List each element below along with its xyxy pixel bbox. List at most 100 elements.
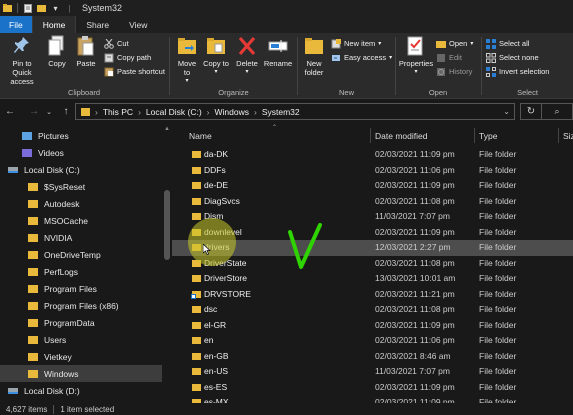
- file-row[interactable]: DRVSTORE 02/03/2021 11:21 pm File folder: [172, 287, 573, 303]
- file-row[interactable]: en 02/03/2021 11:06 pm File folder: [172, 333, 573, 349]
- file-name: DDFs: [204, 164, 226, 175]
- nav-item[interactable]: ProgramData: [0, 314, 162, 331]
- breadcrumb-system32[interactable]: System32: [262, 107, 300, 117]
- nav-scroll-thumb[interactable]: [164, 190, 170, 260]
- mouse-pointer-icon: [203, 244, 211, 255]
- up-arrow-icon[interactable]: ↑: [59, 105, 73, 119]
- nav-item-label: PerfLogs: [44, 266, 79, 277]
- copy-button[interactable]: Copy: [44, 35, 70, 68]
- file-name: DiagSvcs: [204, 195, 240, 206]
- rename-button[interactable]: Rename: [263, 35, 293, 68]
- paste-shortcut-button[interactable]: Paste shortcut: [104, 65, 165, 78]
- column-header-name[interactable]: Name: [189, 128, 212, 143]
- tab-file[interactable]: File: [0, 16, 32, 33]
- nav-item[interactable]: $SysReset: [0, 178, 162, 195]
- copy-path-button[interactable]: Copy path: [104, 51, 151, 64]
- window-title: System32: [82, 3, 123, 13]
- new-folder-icon[interactable]: [37, 4, 46, 13]
- column-divider[interactable]: [558, 128, 559, 143]
- back-arrow-icon[interactable]: ←: [3, 105, 17, 119]
- history-button[interactable]: History: [436, 65, 472, 78]
- file-row[interactable]: DriverStore 13/03/2021 10:01 am File folde…: [172, 271, 573, 287]
- nav-item-label: MSOCache: [44, 215, 88, 226]
- nav-item[interactable]: Videos: [0, 144, 162, 161]
- nav-item[interactable]: Program Files: [0, 280, 162, 297]
- forward-arrow-icon[interactable]: →: [27, 105, 41, 119]
- nav-item-label: $SysReset: [44, 181, 86, 192]
- select-all-icon: [486, 38, 496, 49]
- tab-home[interactable]: Home: [31, 16, 77, 33]
- address-bar[interactable]: › This PC › Local Disk (C:) › Windows › …: [75, 103, 515, 120]
- column-header-size[interactable]: Siz: [563, 128, 573, 143]
- open-button[interactable]: Open ▾: [436, 37, 473, 50]
- folder-icon: [28, 369, 38, 378]
- file-row[interactable]: de-DE 02/03/2021 11:09 pm File folder: [172, 178, 573, 194]
- folder-icon[interactable]: [3, 4, 12, 13]
- file-row[interactable]: DiagSvcs 02/03/2021 11:08 pm File folder: [172, 194, 573, 210]
- file-row[interactable]: DriverState 02/03/2021 11:08 pm File folde…: [172, 256, 573, 272]
- copy-to-button[interactable]: Copy to ▾: [203, 35, 229, 77]
- file-row[interactable]: en-US 11/03/2021 7:07 pm File folder: [172, 364, 573, 380]
- move-to-button[interactable]: Move to ▾: [174, 35, 200, 86]
- nav-item[interactable]: Local Disk (C:): [0, 161, 162, 178]
- paste-icon: [76, 35, 96, 57]
- breadcrumb-windows[interactable]: Windows: [215, 107, 249, 117]
- chevron-down-icon[interactable]: ⌄: [503, 107, 510, 116]
- column-header-date-modified[interactable]: Date modified: [375, 128, 427, 143]
- folder-icon: [28, 301, 38, 310]
- file-row[interactable]: Dism 11/03/2021 7:07 pm File folder: [172, 209, 573, 225]
- column-divider[interactable]: [474, 128, 475, 143]
- nav-item[interactable]: PerfLogs: [0, 263, 162, 280]
- delete-button[interactable]: Delete ▾: [234, 35, 260, 77]
- paste-button[interactable]: Paste: [72, 35, 100, 68]
- nav-item[interactable]: OneDriveTemp: [0, 246, 162, 263]
- file-row[interactable]: es-ES 02/03/2021 11:09 pm File folder: [172, 380, 573, 396]
- drive-icon: [8, 166, 18, 173]
- invert-selection-button[interactable]: Invert selection: [486, 65, 549, 78]
- select-all-button[interactable]: Select all: [486, 37, 529, 50]
- nav-item[interactable]: Autodesk: [0, 195, 162, 212]
- search-box[interactable]: ⌕: [542, 103, 573, 120]
- file-row[interactable]: el-GR 02/03/2021 11:09 pm File folder: [172, 318, 573, 334]
- cut-button[interactable]: Cut: [104, 37, 129, 50]
- file-row[interactable]: es-MX 02/03/2021 11:09 pm File folder: [172, 395, 573, 403]
- new-group: New folder New item ▾ Easy access ▾ New: [298, 33, 395, 99]
- file-name: dsc: [204, 304, 218, 314]
- organize-group: Move to ▾ Copy to ▾ Delete ▾ Rename Orga…: [170, 33, 297, 99]
- new-item-button[interactable]: New item ▾: [331, 37, 381, 50]
- scroll-up-icon[interactable]: ▲: [164, 126, 170, 132]
- nav-item[interactable]: Pictures: [0, 127, 162, 144]
- pin-to-quick-access-button[interactable]: Pin to Quick access: [2, 35, 42, 86]
- nav-item[interactable]: Users: [0, 331, 162, 348]
- folder-icon: [28, 267, 38, 276]
- chevron-down-icon[interactable]: ⌄: [42, 105, 56, 119]
- status-divider: [53, 404, 55, 414]
- breadcrumb-local-disk-c[interactable]: Local Disk (C:): [146, 107, 202, 117]
- file-row[interactable]: DDFs 02/03/2021 11:06 pm File folder: [172, 163, 573, 179]
- nav-item[interactable]: MSOCache: [0, 212, 162, 229]
- column-divider[interactable]: [370, 128, 371, 143]
- properties-icon[interactable]: [23, 3, 32, 13]
- file-type: File folder: [479, 257, 517, 268]
- easy-access-button[interactable]: Easy access ▾: [331, 51, 392, 64]
- tab-view[interactable]: View: [119, 16, 157, 33]
- refresh-button[interactable]: ↻: [520, 103, 542, 120]
- column-header-type[interactable]: Type: [479, 128, 497, 143]
- file-row[interactable]: da-DK 02/03/2021 11:09 pm File folder: [172, 147, 573, 163]
- new-folder-button[interactable]: New folder: [301, 35, 327, 77]
- nav-scrollbar[interactable]: [162, 124, 172, 403]
- properties-button[interactable]: Properties ▾: [398, 35, 434, 77]
- edit-button[interactable]: Edit: [436, 51, 462, 64]
- nav-item[interactable]: NVIDIA: [0, 229, 162, 246]
- select-none-button[interactable]: Select none: [486, 51, 539, 64]
- folder-icon: [192, 321, 201, 329]
- file-row[interactable]: en-GB 02/03/2021 8:46 am File folder: [172, 349, 573, 365]
- nav-item[interactable]: Local Disk (D:): [0, 382, 162, 399]
- nav-item[interactable]: Vietkey: [0, 348, 162, 365]
- tab-share[interactable]: Share: [76, 16, 119, 33]
- breadcrumb-this-pc[interactable]: This PC: [103, 107, 133, 117]
- nav-item[interactable]: Program Files (x86): [0, 297, 162, 314]
- nav-item[interactable]: Windows: [0, 365, 162, 382]
- file-row[interactable]: dsc 02/03/2021 11:08 pm File folder: [172, 302, 573, 318]
- chevron-down-icon[interactable]: ▾: [51, 4, 60, 13]
